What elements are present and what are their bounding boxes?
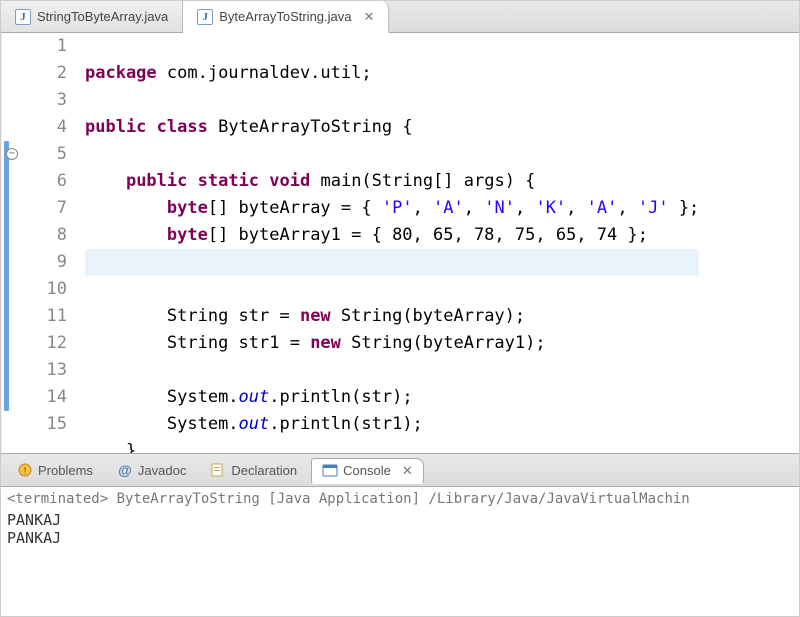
line-number: 14 [19, 384, 67, 411]
console-icon [322, 463, 338, 479]
java-file-icon: J [15, 9, 31, 25]
tab-stringtobytearray[interactable]: J StringToByteArray.java [1, 1, 183, 32]
line-number: 11 [19, 303, 67, 330]
tab-label: StringToByteArray.java [37, 9, 168, 24]
fold-toggle-icon[interactable]: − [6, 148, 18, 160]
line-number: 10 [19, 276, 67, 303]
tab-label: Javadoc [138, 463, 186, 478]
problems-icon: ! [17, 462, 33, 478]
tab-label: Problems [38, 463, 93, 478]
line-number: 2 [19, 60, 67, 87]
line-number: 12 [19, 330, 67, 357]
tab-label: Declaration [231, 463, 297, 478]
line-number: 9 [19, 249, 67, 276]
line-number: 5 [19, 141, 67, 168]
line-gutter: 1 2 3 4 5 6 7 8 9 10 11 12 13 14 15 [19, 33, 77, 453]
tab-label: ByteArrayToString.java [219, 9, 351, 24]
line-number: 1 [19, 33, 67, 60]
tab-label: Console [343, 463, 391, 478]
line-number: 7 [19, 195, 67, 222]
tab-problems[interactable]: ! Problems [7, 458, 103, 482]
tab-javadoc[interactable]: @ Javadoc [107, 458, 196, 482]
line-number: 6 [19, 168, 67, 195]
editor-tabs: J StringToByteArray.java J ByteArrayToSt… [1, 1, 799, 33]
tab-bytearraytostring[interactable]: J ByteArrayToString.java ✕ [183, 1, 389, 33]
close-tab-icon[interactable]: ✕ [364, 9, 375, 25]
line-number: 3 [19, 87, 67, 114]
console-view: <terminated> ByteArrayToString [Java App… [1, 487, 799, 551]
line-number: 15 [19, 411, 67, 438]
code-content[interactable]: package com.journaldev.util; public clas… [77, 33, 699, 453]
line-number: 4 [19, 114, 67, 141]
console-output-line: PANKAJ [7, 529, 793, 547]
code-editor[interactable]: − 1 2 3 4 5 6 7 8 9 10 11 12 13 14 15 pa… [1, 33, 799, 453]
tab-console[interactable]: Console ✕ [311, 458, 424, 484]
svg-text:!: ! [24, 466, 27, 477]
bottom-view-tabs: ! Problems @ Javadoc Declaration Console… [1, 453, 799, 487]
line-number: 13 [19, 357, 67, 384]
javadoc-icon: @ [117, 462, 133, 478]
marker-column: − [1, 33, 19, 453]
console-status: <terminated> ByteArrayToString [Java App… [7, 491, 793, 507]
java-file-icon: J [197, 9, 213, 25]
declaration-icon [210, 462, 226, 478]
close-view-icon[interactable]: ✕ [402, 463, 413, 479]
line-number: 8 [19, 222, 67, 249]
tab-declaration[interactable]: Declaration [200, 458, 307, 482]
console-output-line: PANKAJ [7, 511, 793, 529]
